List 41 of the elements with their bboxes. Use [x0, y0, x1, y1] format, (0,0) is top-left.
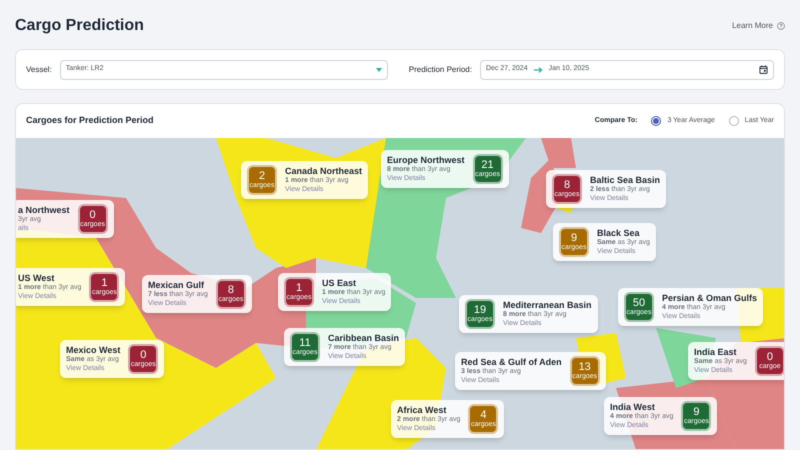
- cargo-count: 19: [474, 305, 486, 316]
- arrow-icon: [534, 66, 543, 72]
- region-name: Africa West: [397, 404, 448, 416]
- region-name: US East: [322, 278, 358, 288]
- cargo-count: 21: [481, 160, 494, 171]
- cargo-count: 4: [480, 410, 486, 421]
- cargo-count: 1: [296, 283, 302, 294]
- cargo-count: 9: [693, 407, 700, 418]
- cargo-count: 50: [632, 298, 646, 309]
- region-name: Europe Northwest: [387, 154, 465, 166]
- learn-more-link[interactable]: Learn More: [732, 20, 785, 32]
- cargo-count: 11: [299, 338, 311, 349]
- cargo-count: 2: [258, 171, 266, 182]
- panel-title: Cargoes for Prediction Period: [26, 114, 154, 128]
- region-name: Baltic Sea Basin: [590, 174, 660, 186]
- region-name: Caribbean Basin: [328, 332, 400, 344]
- cargo-count: 9: [570, 233, 578, 244]
- region-name: US West: [18, 272, 56, 284]
- region-name: India East: [694, 346, 738, 358]
- cargo-count: 8: [228, 285, 234, 296]
- page-title: Cargo Prediction: [15, 16, 144, 36]
- cargo-count: 0: [89, 210, 96, 221]
- period-label: Prediction Period:: [408, 64, 472, 76]
- cargo-count: 0: [766, 352, 773, 363]
- calendar-icon: [759, 65, 768, 74]
- caret-icon: [376, 68, 382, 72]
- region-name: Mexican Gulf: [148, 280, 206, 290]
- region-name: India West: [610, 402, 656, 412]
- help-icon: [777, 22, 785, 30]
- region-name: Red Sea & Gulf of Aden: [461, 356, 562, 368]
- region-name: a Northwest: [18, 204, 70, 216]
- cargo-count: 13: [578, 362, 591, 373]
- cargo-count: 0: [140, 350, 146, 361]
- cargo-count: 8: [564, 180, 570, 191]
- cargo-count: 1: [101, 278, 108, 289]
- vessel-label: Vessel:: [26, 64, 52, 76]
- region-name: Persian & Oman Gulfs: [662, 292, 758, 304]
- region-name: Mexico West: [66, 344, 120, 356]
- region-name: Mediterranean Basin: [503, 300, 592, 310]
- region-name: Black Sea: [597, 228, 641, 239]
- region-name: Canada Northeast: [285, 166, 362, 176]
